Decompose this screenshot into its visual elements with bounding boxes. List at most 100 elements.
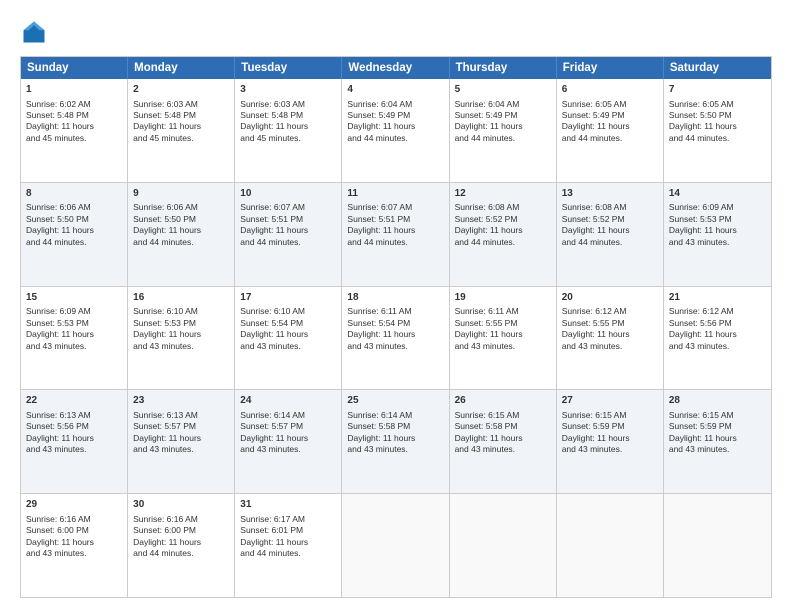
day-info-line: Daylight: 11 hours [26, 329, 122, 340]
calendar-cell-3: 3Sunrise: 6:03 AMSunset: 5:48 PMDaylight… [235, 79, 342, 182]
day-info-line: and 43 minutes. [669, 341, 766, 352]
day-info-line: and 44 minutes. [347, 237, 443, 248]
day-number: 28 [669, 394, 766, 408]
day-number: 23 [133, 394, 229, 408]
day-info-line: Sunset: 5:56 PM [26, 421, 122, 432]
header-day-thursday: Thursday [450, 57, 557, 79]
day-info-line: Sunset: 5:54 PM [347, 318, 443, 329]
day-info-line: Sunset: 5:49 PM [562, 110, 658, 121]
calendar-cell-1: 1Sunrise: 6:02 AMSunset: 5:48 PMDaylight… [21, 79, 128, 182]
day-number: 2 [133, 83, 229, 97]
day-info-line: and 44 minutes. [562, 237, 658, 248]
day-info-line: Sunset: 5:53 PM [669, 214, 766, 225]
calendar-cell-empty-4-5 [557, 494, 664, 597]
day-info-line: Sunset: 5:58 PM [347, 421, 443, 432]
day-info-line: Sunrise: 6:10 AM [240, 306, 336, 317]
day-info-line: Daylight: 11 hours [133, 329, 229, 340]
day-info-line: Daylight: 11 hours [347, 225, 443, 236]
day-info-line: Sunset: 5:50 PM [669, 110, 766, 121]
day-number: 8 [26, 187, 122, 201]
day-info-line: Sunset: 5:55 PM [562, 318, 658, 329]
day-info-line: Sunrise: 6:13 AM [133, 410, 229, 421]
day-info-line: Sunset: 5:57 PM [240, 421, 336, 432]
calendar-cell-8: 8Sunrise: 6:06 AMSunset: 5:50 PMDaylight… [21, 183, 128, 286]
calendar-cell-2: 2Sunrise: 6:03 AMSunset: 5:48 PMDaylight… [128, 79, 235, 182]
day-number: 26 [455, 394, 551, 408]
calendar-cell-20: 20Sunrise: 6:12 AMSunset: 5:55 PMDayligh… [557, 287, 664, 390]
day-info-line: and 44 minutes. [26, 237, 122, 248]
day-info-line: Daylight: 11 hours [240, 433, 336, 444]
day-number: 1 [26, 83, 122, 97]
day-info-line: Daylight: 11 hours [562, 433, 658, 444]
day-info-line: and 43 minutes. [562, 341, 658, 352]
calendar-cell-29: 29Sunrise: 6:16 AMSunset: 6:00 PMDayligh… [21, 494, 128, 597]
calendar-cell-empty-4-6 [664, 494, 771, 597]
header [20, 18, 772, 46]
day-info-line: Sunset: 5:51 PM [347, 214, 443, 225]
day-info-line: and 44 minutes. [133, 548, 229, 559]
day-info-line: Daylight: 11 hours [455, 433, 551, 444]
day-info-line: Sunrise: 6:04 AM [455, 99, 551, 110]
day-info-line: Daylight: 11 hours [133, 537, 229, 548]
day-info-line: and 43 minutes. [26, 444, 122, 455]
day-number: 3 [240, 83, 336, 97]
day-number: 5 [455, 83, 551, 97]
day-number: 25 [347, 394, 443, 408]
logo-icon [20, 18, 48, 46]
day-info-line: Daylight: 11 hours [133, 433, 229, 444]
day-number: 10 [240, 187, 336, 201]
day-info-line: Sunrise: 6:05 AM [669, 99, 766, 110]
day-info-line: Daylight: 11 hours [133, 121, 229, 132]
header-day-saturday: Saturday [664, 57, 771, 79]
calendar-row-0: 1Sunrise: 6:02 AMSunset: 5:48 PMDaylight… [21, 79, 771, 183]
day-info-line: Sunset: 5:51 PM [240, 214, 336, 225]
day-info-line: Sunrise: 6:14 AM [240, 410, 336, 421]
day-info-line: and 43 minutes. [240, 341, 336, 352]
calendar-row-2: 15Sunrise: 6:09 AMSunset: 5:53 PMDayligh… [21, 287, 771, 391]
day-info-line: and 43 minutes. [240, 444, 336, 455]
page: SundayMondayTuesdayWednesdayThursdayFrid… [0, 0, 792, 612]
calendar-cell-13: 13Sunrise: 6:08 AMSunset: 5:52 PMDayligh… [557, 183, 664, 286]
day-info-line: Daylight: 11 hours [26, 433, 122, 444]
day-info-line: and 43 minutes. [669, 237, 766, 248]
calendar-cell-28: 28Sunrise: 6:15 AMSunset: 5:59 PMDayligh… [664, 390, 771, 493]
header-day-friday: Friday [557, 57, 664, 79]
day-info-line: Sunset: 6:01 PM [240, 525, 336, 536]
day-info-line: Daylight: 11 hours [455, 225, 551, 236]
day-info-line: Sunset: 6:00 PM [26, 525, 122, 536]
day-info-line: and 43 minutes. [133, 341, 229, 352]
day-info-line: Sunrise: 6:07 AM [240, 202, 336, 213]
day-info-line: Sunrise: 6:06 AM [133, 202, 229, 213]
day-info-line: Sunset: 5:48 PM [240, 110, 336, 121]
day-info-line: and 44 minutes. [669, 133, 766, 144]
calendar-row-4: 29Sunrise: 6:16 AMSunset: 6:00 PMDayligh… [21, 494, 771, 597]
day-number: 31 [240, 498, 336, 512]
calendar-cell-18: 18Sunrise: 6:11 AMSunset: 5:54 PMDayligh… [342, 287, 449, 390]
calendar-cell-11: 11Sunrise: 6:07 AMSunset: 5:51 PMDayligh… [342, 183, 449, 286]
day-info-line: Daylight: 11 hours [669, 329, 766, 340]
day-info-line: Sunset: 5:58 PM [455, 421, 551, 432]
calendar-cell-9: 9Sunrise: 6:06 AMSunset: 5:50 PMDaylight… [128, 183, 235, 286]
day-number: 15 [26, 291, 122, 305]
day-info-line: Sunset: 5:53 PM [133, 318, 229, 329]
day-info-line: Sunrise: 6:10 AM [133, 306, 229, 317]
calendar-cell-empty-4-4 [450, 494, 557, 597]
day-info-line: Sunrise: 6:03 AM [240, 99, 336, 110]
header-day-monday: Monday [128, 57, 235, 79]
day-info-line: Sunset: 5:59 PM [562, 421, 658, 432]
day-info-line: Sunrise: 6:07 AM [347, 202, 443, 213]
day-info-line: Daylight: 11 hours [347, 329, 443, 340]
day-info-line: Sunrise: 6:05 AM [562, 99, 658, 110]
day-number: 20 [562, 291, 658, 305]
day-info-line: and 43 minutes. [562, 444, 658, 455]
day-info-line: Sunrise: 6:12 AM [562, 306, 658, 317]
calendar-cell-10: 10Sunrise: 6:07 AMSunset: 5:51 PMDayligh… [235, 183, 342, 286]
header-day-tuesday: Tuesday [235, 57, 342, 79]
day-info-line: Daylight: 11 hours [669, 121, 766, 132]
day-info-line: Sunrise: 6:15 AM [455, 410, 551, 421]
day-number: 12 [455, 187, 551, 201]
day-info-line: Daylight: 11 hours [669, 433, 766, 444]
calendar-cell-7: 7Sunrise: 6:05 AMSunset: 5:50 PMDaylight… [664, 79, 771, 182]
day-info-line: Sunrise: 6:06 AM [26, 202, 122, 213]
day-info-line: and 44 minutes. [455, 133, 551, 144]
